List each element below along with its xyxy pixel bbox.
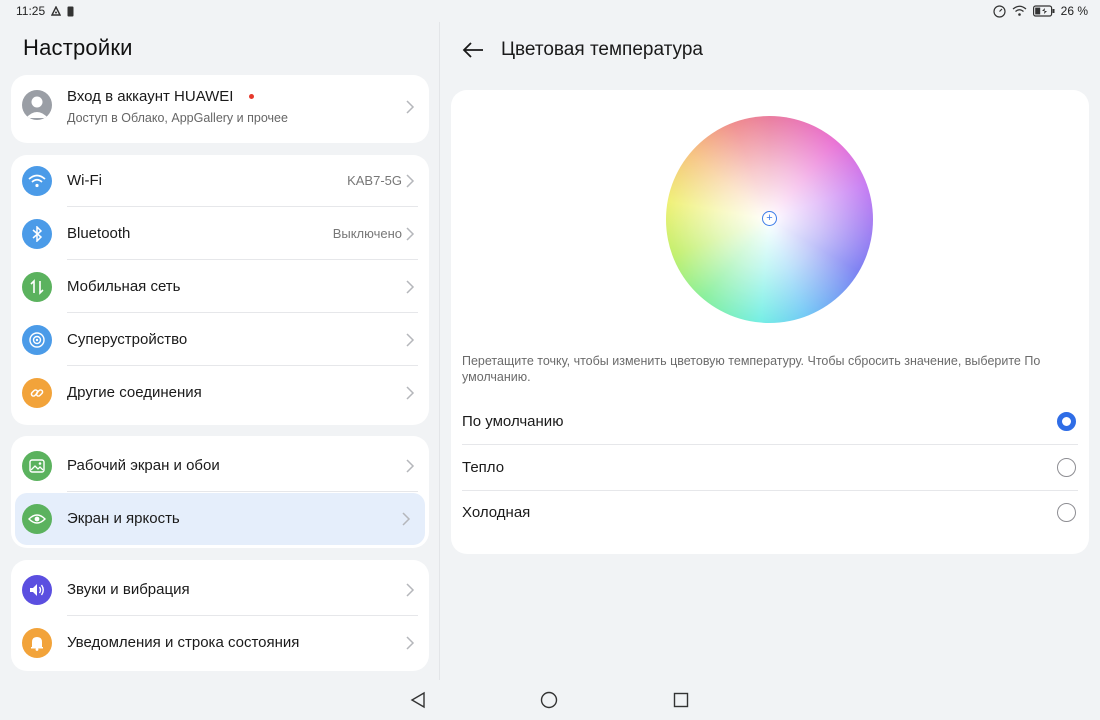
settings-item-bluetooth[interactable]: Bluetooth Выключено (11, 208, 429, 260)
back-nav-icon[interactable] (408, 690, 428, 710)
settings-item-other-connections[interactable]: Другие соединения (11, 367, 429, 419)
settings-item-label: Уведомления и строка состояния (67, 634, 300, 651)
account-card: Вход в аккаунт HUAWEI Доступ в Облако, A… (11, 75, 429, 143)
battery-percent: 26 % (1060, 4, 1088, 18)
divider (67, 491, 418, 492)
account-subtitle: Доступ в Облако, AppGallery и прочее (67, 111, 288, 125)
chevron-right-icon (406, 459, 415, 473)
settings-item-display-brightness[interactable]: Экран и яркость (15, 493, 425, 545)
option-label: Тепло (462, 459, 505, 476)
connections-card: Wi-Fi KAB7-5G Bluetooth Выключено Мобиль… (11, 155, 429, 425)
option-label: По умолчанию (462, 413, 564, 430)
settings-item-home-screen[interactable]: Рабочий экран и обои (11, 440, 429, 492)
detail-header: Цветовая температура (462, 36, 703, 64)
battery-icon (1032, 5, 1055, 17)
radio-warm[interactable] (1057, 458, 1076, 477)
settings-item-label: Звуки и вибрация (67, 581, 190, 598)
option-default[interactable]: По умолчанию (462, 399, 1078, 445)
settings-item-label: Wi-Fi (67, 172, 102, 189)
color-temperature-card: + Перетащите точку, чтобы изменить цвето… (451, 90, 1089, 554)
divider (67, 365, 418, 366)
settings-item-label: Рабочий экран и обои (67, 457, 220, 474)
pane-divider (439, 22, 440, 680)
status-time: 11:25 (16, 4, 46, 18)
sound-card: Звуки и вибрация Уведомления и строка со… (11, 560, 429, 671)
navigation-bar (0, 680, 1100, 720)
radio-cold[interactable] (1057, 503, 1076, 522)
divider (67, 206, 418, 207)
settings-item-wifi[interactable]: Wi-Fi KAB7-5G (11, 155, 429, 207)
color-picker-handle[interactable]: + (762, 211, 777, 226)
account-title: Вход в аккаунт HUAWEI (67, 88, 234, 105)
link-icon (22, 378, 52, 408)
settings-item-label: Экран и яркость (67, 510, 180, 527)
status-bar: 11:25 26 % (0, 0, 1100, 22)
settings-item-mobile-network[interactable]: Мобильная сеть (11, 261, 429, 313)
recents-nav-icon[interactable] (671, 690, 691, 710)
option-cold[interactable]: Холодная (462, 490, 1078, 536)
chevron-right-icon (406, 227, 415, 241)
divider (67, 259, 418, 260)
radio-default[interactable] (1057, 412, 1076, 431)
wifi-icon (22, 166, 52, 196)
chevron-right-icon (406, 280, 415, 294)
detail-title: Цветовая температура (501, 39, 703, 60)
avatar (22, 90, 52, 120)
chevron-right-icon (402, 512, 411, 526)
super-device-icon (22, 325, 52, 355)
settings-item-notifications[interactable]: Уведомления и строка состояния (11, 617, 429, 669)
speaker-icon (22, 575, 52, 605)
hint-text: Перетащите точку, чтобы изменить цветову… (462, 354, 1041, 384)
chevron-right-icon (406, 174, 415, 188)
wallpaper-icon (22, 451, 52, 481)
wifi-status-icon (1012, 5, 1027, 17)
notification-dot (249, 94, 254, 99)
chevron-right-icon (406, 583, 415, 597)
home-nav-icon[interactable] (539, 690, 559, 710)
settings-pane: Настройки Вход в аккаунт HUAWEI Доступ в… (0, 22, 440, 680)
chevron-right-icon (406, 636, 415, 650)
notification-icon (51, 6, 62, 16)
option-label: Холодная (462, 504, 531, 521)
option-warm[interactable]: Тепло (462, 445, 1078, 491)
chevron-right-icon (406, 333, 415, 347)
mobile-network-icon (22, 272, 52, 302)
wifi-network-name: KAB7-5G (347, 173, 402, 188)
chevron-right-icon (406, 100, 415, 114)
bell-icon (22, 628, 52, 658)
settings-item-label: Другие соединения (67, 384, 202, 401)
settings-item-sounds[interactable]: Звуки и вибрация (11, 564, 429, 616)
divider (67, 615, 418, 616)
bluetooth-status: Выключено (332, 226, 402, 241)
settings-item-label: Bluetooth (67, 225, 131, 242)
huawei-account-row[interactable]: Вход в аккаунт HUAWEI Доступ в Облако, A… (11, 75, 429, 143)
page-title: Настройки (23, 35, 133, 60)
back-arrow-icon[interactable] (462, 39, 484, 61)
speedometer-icon (993, 4, 1006, 18)
settings-item-label: Мобильная сеть (67, 278, 181, 295)
display-card: Рабочий экран и обои Экран и яркость (11, 436, 429, 548)
settings-item-label: Суперустройство (67, 331, 188, 348)
bluetooth-icon (22, 219, 52, 249)
divider (67, 312, 418, 313)
sim-icon (67, 6, 74, 17)
chevron-right-icon (406, 386, 415, 400)
eye-icon (22, 504, 52, 534)
settings-item-super-device[interactable]: Суперустройство (11, 314, 429, 366)
